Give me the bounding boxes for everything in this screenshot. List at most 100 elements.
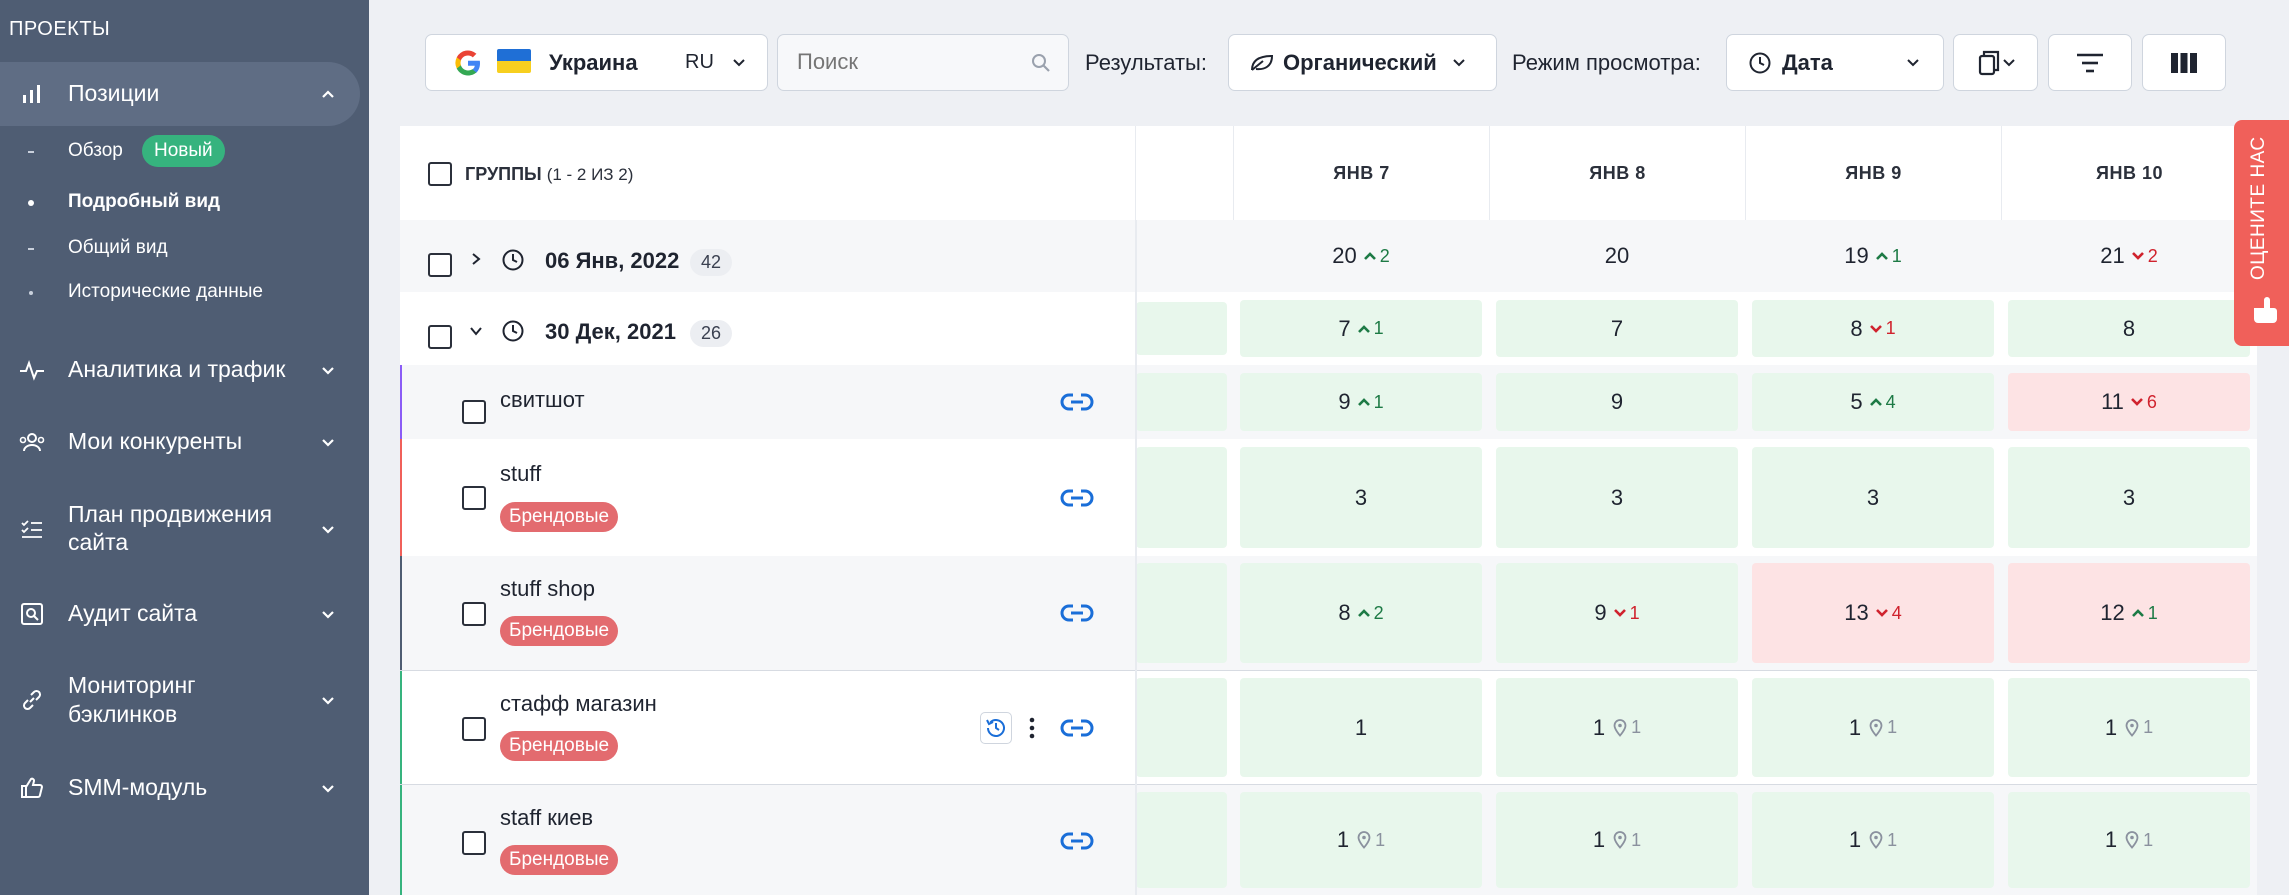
position-cell[interactable]: 19 1 [1752,230,1994,282]
sidebar-item-audit[interactable]: Аудит сайта [0,594,360,634]
local-pack-indicator: 1 [1613,830,1641,851]
keyword-row[interactable]: stuff Брендовые 3 3 3 3 [400,439,2257,556]
position-cell[interactable]: 54 [1752,373,1994,431]
position-cell[interactable]: 71 [1240,300,1482,357]
position-cell[interactable]: 81 [1752,300,1994,357]
keyword-row[interactable]: стафф магазин Брендовые 1111111 [400,670,2257,784]
date-header[interactable]: ЯНВ 8 [1489,126,1745,220]
group-row[interactable]: 06 Янв, 2022 42 20 2 20 19 1 21 2 [400,220,2257,292]
date-header[interactable]: ЯНВ 7 [1233,126,1489,220]
date-header[interactable]: ЯНВ 10 [2001,126,2257,220]
position-cell[interactable]: 11 [2008,792,2250,888]
rank-up-indicator: 1 [2131,603,2158,624]
keyword-name[interactable]: стафф магазин [500,691,657,717]
sidebar-item-plan[interactable]: План продвижения сайта [0,499,360,559]
position-value: 9 [1610,389,1624,414]
position-cell-partial [1136,447,1227,548]
chevron-right-icon[interactable] [469,252,483,266]
position-cell[interactable]: 91 [1240,373,1482,431]
sidebar-item-smm[interactable]: SMM-модуль [0,768,360,808]
position-cell[interactable]: 11 [1240,792,1482,888]
chevron-down-icon[interactable] [318,432,338,452]
position-cell[interactable]: 8 [2008,300,2250,357]
keyword-checkbox[interactable] [462,602,486,626]
arrow-down-icon [2131,252,2144,260]
clock-icon [502,249,524,271]
position-cell[interactable]: 11 6 [2008,373,2250,431]
group-checkbox[interactable] [428,325,452,349]
group-row[interactable]: 30 Дек, 2021 26 717818 [400,292,2257,365]
date-header[interactable]: ЯНВ 9 [1745,126,2001,220]
rank-down-indicator: 4 [1875,603,1902,624]
position-cell[interactable]: 9 [1496,373,1738,431]
position-cell[interactable]: 11 [1496,792,1738,888]
copy-icon [1978,50,2015,75]
keyword-checkbox[interactable] [462,486,486,510]
view-mode-selector[interactable]: Дата [1726,34,1944,91]
position-cell[interactable]: 11 [2008,678,2250,777]
search-icon[interactable] [1030,52,1052,74]
open-url-link-icon[interactable] [1060,831,1094,851]
keyword-row[interactable]: stuff shop Брендовые 8 2 9 1 13 4 12 1 [400,556,2257,670]
chevron-down-icon[interactable] [318,519,338,539]
chevron-down-icon[interactable] [318,360,338,380]
position-cell[interactable]: 1 [1240,678,1482,777]
keyword-name[interactable]: stuff shop [500,576,595,602]
position-cell[interactable]: 12 1 [2008,563,2250,663]
position-cell[interactable]: 7 [1496,300,1738,357]
position-cell[interactable]: 21 2 [2008,230,2250,282]
position-cell[interactable]: 11 [1752,678,1994,777]
keyword-name[interactable]: staff киев [500,805,593,831]
position-cell-partial [1136,302,1227,355]
position-cell[interactable]: 82 [1240,563,1482,663]
history-button[interactable] [980,712,1012,744]
chevron-down-icon[interactable] [318,604,338,624]
chevron-down-icon[interactable] [318,778,338,798]
keyword-checkbox[interactable] [462,831,486,855]
position-value: 20 [1604,243,1630,268]
open-url-link-icon[interactable] [1060,392,1094,412]
position-cell[interactable]: 3 [1240,447,1482,548]
position-cell[interactable]: 20 2 [1240,230,1482,282]
chevron-down-icon[interactable] [318,690,338,710]
open-url-link-icon[interactable] [1060,603,1094,623]
position-cell[interactable]: 13 4 [1752,563,1994,663]
keyword-row[interactable]: свитшот 9 1 9 5 4 11 6 [400,365,2257,439]
copy-button[interactable] [1953,34,2038,91]
open-url-link-icon[interactable] [1060,488,1094,508]
more-vertical-icon[interactable] [1028,716,1036,740]
keyword-checkbox[interactable] [462,717,486,741]
sidebar-item-backlinks[interactable]: Мониторинг бэклинков [0,670,360,730]
position-cell[interactable]: 20 [1496,230,1738,282]
position-cell[interactable]: 3 [1496,447,1738,548]
sidebar-item-positions-row[interactable]: Позиции [0,62,360,126]
chevron-up-icon[interactable] [318,84,338,104]
keyword-row[interactable]: staff киев Брендовые 11111111 [400,784,2257,895]
chevron-down-icon [733,58,745,66]
keyword-checkbox[interactable] [462,400,486,424]
filter-button[interactable] [2048,34,2132,91]
results-selector[interactable]: Органический [1228,34,1497,91]
position-cell[interactable]: 3 [1752,447,1994,548]
rank-delta: 4 [1891,602,1902,623]
position-cell[interactable]: 11 [1752,792,1994,888]
map-pin-icon [1357,831,1371,849]
columns-button[interactable] [2142,34,2226,91]
keyword-name[interactable]: stuff [500,461,541,487]
chevron-down-icon[interactable] [469,324,483,338]
position-value: 1 [1848,827,1862,852]
open-url-link-icon[interactable] [1060,718,1094,738]
position-cell[interactable]: 3 [2008,447,2250,548]
sidebar-item-analytics[interactable]: Аналитика и трафик [0,350,360,390]
group-checkbox[interactable] [428,253,452,277]
select-all-checkbox[interactable] [428,162,452,186]
results-label: Результаты: [1085,50,1207,75]
search-input[interactable] [797,49,1017,75]
rate-us-tab[interactable]: ОЦЕНИТЕ НАС [2234,120,2289,346]
sidebar-item-competitors[interactable]: Мои конкуренты [0,422,360,462]
position-cell[interactable]: 11 [1496,678,1738,777]
position-cell[interactable]: 91 [1496,563,1738,663]
keyword-name[interactable]: свитшот [500,387,585,413]
search-box[interactable] [777,34,1069,91]
country-selector[interactable]: Украина RU [425,34,768,91]
